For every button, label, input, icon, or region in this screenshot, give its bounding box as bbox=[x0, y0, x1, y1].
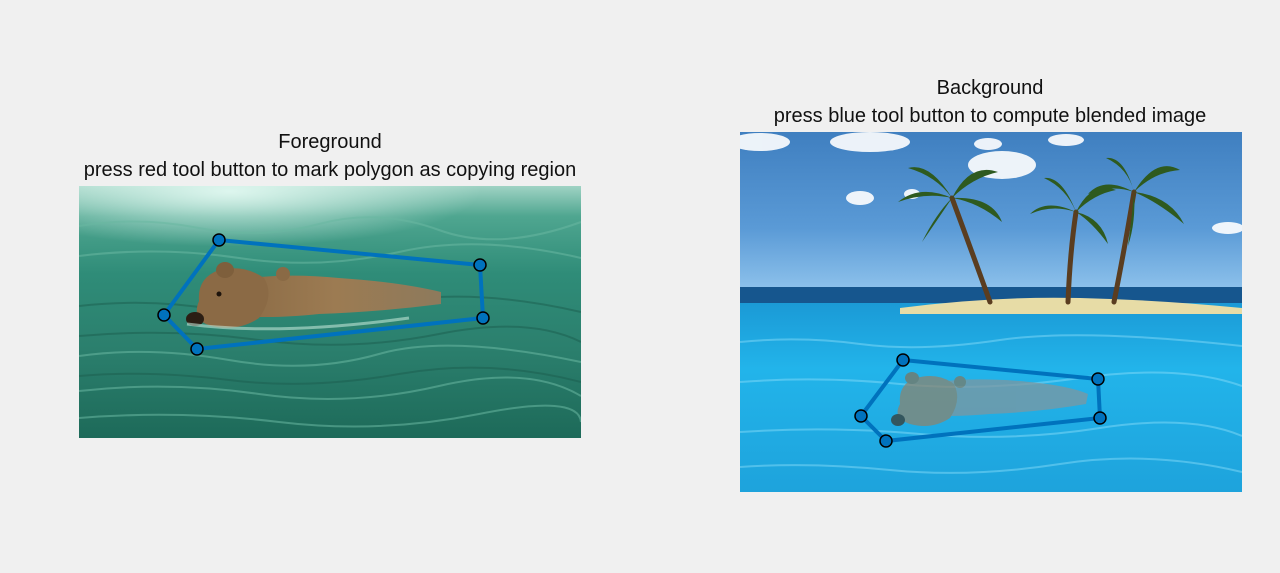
background-title: Background press blue tool button to com… bbox=[690, 74, 1280, 130]
foreground-title: Foreground press red tool button to mark… bbox=[30, 128, 630, 184]
foreground-image-axes[interactable] bbox=[79, 186, 581, 438]
polygon-vertex[interactable] bbox=[212, 233, 226, 247]
polygon-vertex[interactable] bbox=[1091, 372, 1105, 386]
foreground-image bbox=[79, 186, 581, 438]
polygon-vertex[interactable] bbox=[190, 342, 204, 356]
polygon-vertex[interactable] bbox=[1093, 411, 1107, 425]
polygon-vertex[interactable] bbox=[473, 258, 487, 272]
polygon-vertex[interactable] bbox=[896, 353, 910, 367]
polygon-vertex[interactable] bbox=[476, 311, 490, 325]
figure-window: Foreground press red tool button to mark… bbox=[0, 0, 1280, 573]
polygon-vertex[interactable] bbox=[157, 308, 171, 322]
background-image-axes[interactable] bbox=[740, 132, 1242, 492]
background-title-text: Background bbox=[936, 77, 1044, 99]
foreground-instruction-text: press red tool button to mark polygon as… bbox=[83, 159, 577, 181]
foreground-title-text: Foreground bbox=[278, 131, 382, 153]
background-instruction-text: press blue tool button to compute blende… bbox=[773, 105, 1207, 127]
polygon-vertex[interactable] bbox=[854, 409, 868, 423]
background-image bbox=[740, 132, 1242, 492]
polygon-vertex[interactable] bbox=[879, 434, 893, 448]
